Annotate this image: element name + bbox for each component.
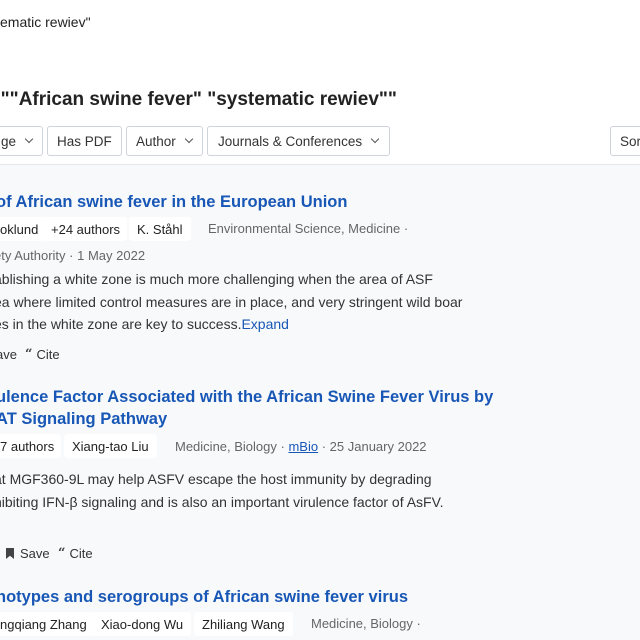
- results-header: r ""African swine fever" "systematic rew…: [0, 44, 640, 165]
- quote-icon: “: [58, 546, 66, 561]
- expand-link[interactable]: Expand: [241, 316, 288, 332]
- publication-date: 1 May 2022: [77, 248, 146, 263]
- results-title: r ""African swine fever" "systematic rew…: [0, 89, 397, 110]
- journals-filter-label: Journals & Conferences: [218, 133, 363, 149]
- cite-button[interactable]: “ Cite: [25, 347, 60, 362]
- cite-label: Cite: [36, 347, 60, 362]
- chevron-down-icon: [184, 134, 194, 143]
- save-label: ave: [0, 347, 17, 362]
- fields-of-study: Environmental Science, Medicine: [208, 221, 401, 236]
- paper-meta-line2: ety Authority · 1 May 2022: [0, 248, 145, 263]
- paper-title-line: AT Signaling Pathway: [0, 410, 168, 428]
- author-chip[interactable]: K. Ståhl: [129, 217, 191, 241]
- save-label: Save: [20, 546, 50, 561]
- venue-link[interactable]: mBio: [288, 439, 318, 454]
- paper-title-line: notypes and serogroups of African swine …: [0, 588, 408, 606]
- search-bar: [0, 0, 640, 45]
- journals-filter-dropdown[interactable]: Journals & Conferences: [207, 126, 391, 156]
- meta-separator: ·: [69, 248, 78, 263]
- abstract-line: hibiting IFN-β signaling and is also an …: [0, 493, 444, 510]
- author-chip[interactable]: ngqiang Zhang: [0, 612, 95, 636]
- venue-text: ety Authority: [0, 248, 66, 263]
- abstract-text: es in the white zone are key to success.: [0, 316, 242, 332]
- fields-of-study: Medicine, Biology: [175, 439, 277, 454]
- date-filter-label: ge: [1, 133, 17, 149]
- search-input[interactable]: [0, 9, 640, 35]
- author-chip[interactable]: 7 authors: [0, 434, 62, 458]
- save-button[interactable]: Save: [6, 546, 50, 561]
- date-filter-dropdown[interactable]: ge: [0, 126, 44, 156]
- cite-button[interactable]: “ Cite: [58, 546, 93, 561]
- author-chip[interactable]: Xiang-tao Liu: [64, 434, 157, 458]
- paper-title-line: of African swine fever in the European U…: [0, 193, 348, 211]
- chevron-down-icon: [370, 134, 380, 143]
- publication-date: 25 January 2022: [329, 439, 427, 454]
- author-filter-dropdown[interactable]: Author: [126, 126, 203, 156]
- has-pdf-label: Has PDF: [57, 133, 112, 149]
- paper-title-link[interactable]: of African swine fever in the European U…: [0, 191, 347, 213]
- meta-separator: ·: [403, 221, 409, 236]
- paper-meta: Medicine, Biology ·: [311, 616, 421, 631]
- save-button[interactable]: ave: [0, 347, 17, 362]
- cite-label: Cite: [69, 546, 93, 561]
- bookmark-icon: [6, 548, 14, 559]
- chevron-down-icon: [24, 134, 34, 143]
- paper-abstract: ablishing a white zone is much more chal…: [0, 268, 462, 336]
- sort-dropdown[interactable]: Sor: [610, 126, 640, 156]
- paper-title-link[interactable]: notypes and serogroups of African swine …: [0, 586, 408, 608]
- author-filter-label: Author: [136, 133, 176, 149]
- fields-of-study: Medicine, Biology: [311, 616, 413, 631]
- quote-icon: “: [25, 347, 33, 362]
- sort-label: Sor: [620, 133, 640, 149]
- paper-title-line: ulence Factor Associated with the Africa…: [0, 388, 494, 406]
- paper-meta: Medicine, Biology · mBio · 25 January 20…: [175, 439, 427, 454]
- abstract-line: es in the white zone are key to success.…: [0, 313, 462, 336]
- abstract-line: at MGF360-9L may help ASFV escape the ho…: [0, 471, 432, 487]
- author-chip[interactable]: Xiao-dong Wu: [93, 612, 192, 636]
- has-pdf-filter[interactable]: Has PDF: [47, 126, 122, 156]
- author-chip[interactable]: Zhiliang Wang: [194, 612, 293, 636]
- paper-abstract: at MGF360-9L may help ASFV escape the ho…: [0, 468, 444, 513]
- author-chip[interactable]: oklund: [0, 217, 47, 241]
- paper-title-link[interactable]: ulence Factor Associated with the Africa…: [0, 386, 493, 430]
- meta-separator: ·: [416, 616, 421, 631]
- abstract-line: ea where limited control measures are in…: [0, 293, 463, 310]
- author-chip[interactable]: +24 authors: [44, 217, 128, 241]
- meta-separator: ·: [321, 439, 330, 454]
- abstract-line: ablishing a white zone is much more chal…: [0, 271, 433, 287]
- paper-meta: Environmental Science, Medicine ·: [208, 221, 408, 236]
